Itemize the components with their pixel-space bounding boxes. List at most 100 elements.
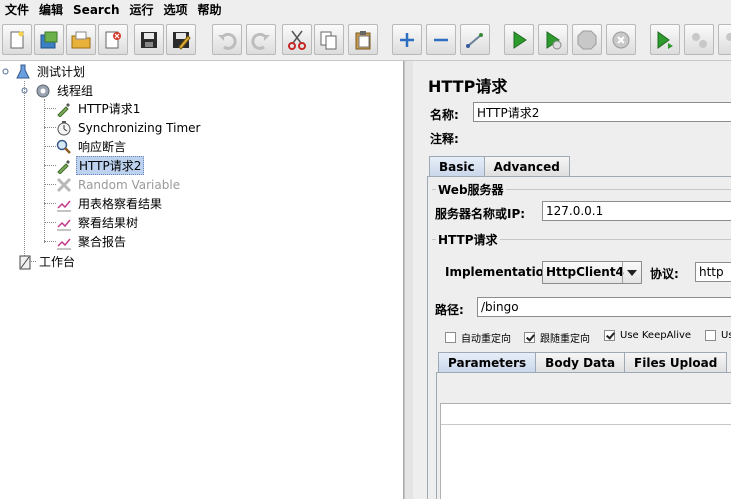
parameters-table[interactable] — [440, 403, 731, 499]
tree-node-workbench[interactable]: 工作台 — [16, 252, 77, 271]
tree-node-synchronizing-timer[interactable]: Synchronizing Timer — [55, 118, 202, 137]
protocol-input[interactable] — [695, 262, 731, 282]
tab-basic[interactable]: Basic — [429, 156, 485, 177]
pipette-icon — [55, 157, 73, 175]
paste-button[interactable] — [348, 24, 378, 55]
path-input[interactable] — [477, 297, 731, 317]
expand-handle-icon[interactable] — [21, 87, 28, 94]
tab-files-upload[interactable]: Files Upload — [624, 352, 728, 373]
server-input[interactable] — [542, 201, 731, 221]
implementation-dropdown[interactable]: HttpClient4 — [542, 261, 642, 284]
close-file-button[interactable] — [98, 24, 128, 55]
copy-icon — [320, 31, 337, 49]
collapse-button[interactable] — [426, 24, 456, 55]
chevron-down-icon — [622, 262, 641, 283]
remote-shutdown-icon — [726, 32, 731, 41]
stopwatch-icon — [55, 119, 73, 137]
toggle-icon — [466, 32, 483, 48]
protocol-label: 协议: — [650, 267, 679, 281]
copy-button[interactable] — [314, 24, 344, 55]
tab-body-data[interactable]: Body Data — [535, 352, 626, 373]
tree-node-response-assertion[interactable]: 响应断言 — [55, 137, 128, 156]
path-label: 路径: — [435, 303, 464, 317]
tree-node-test-plan[interactable]: 测试计划 — [14, 62, 87, 81]
new-icon — [10, 31, 24, 48]
start-no-pause-icon — [546, 30, 562, 49]
implementation-value: HttpClient4 — [546, 265, 624, 279]
implementation-label: Implementation: — [445, 265, 558, 279]
expand-handle-icon[interactable] — [2, 68, 9, 75]
paste-icon — [355, 30, 371, 49]
menu-help[interactable]: 帮助 — [193, 1, 227, 19]
start-no-pause-button[interactable] — [538, 24, 568, 55]
tree-node-view-results-tree[interactable]: 察看结果树 — [55, 213, 140, 232]
cut-icon — [288, 30, 306, 50]
tree-node-http-request-2[interactable]: HTTP请求2 — [55, 156, 145, 175]
graph-icon — [55, 195, 73, 213]
templates-icon — [40, 31, 58, 48]
tree-node-random-variable[interactable]: Random Variable — [55, 175, 182, 194]
menu-search[interactable]: Search — [68, 1, 124, 19]
gear-icon — [34, 82, 52, 100]
panel-title: HTTP请求 — [428, 77, 508, 96]
tree-node-view-results-table[interactable]: 用表格察看结果 — [55, 194, 164, 213]
name-input[interactable] — [473, 102, 731, 122]
pipette-icon — [55, 100, 73, 118]
parameters-tab-content — [436, 372, 731, 499]
graph-icon — [55, 214, 73, 232]
flask-icon — [14, 63, 32, 81]
save-as-icon — [173, 31, 191, 50]
start-icon — [513, 30, 527, 49]
menu-edit[interactable]: 编辑 — [34, 1, 68, 19]
menu-file[interactable]: 文件 — [0, 1, 34, 19]
comment-label: 注释: — [430, 132, 459, 146]
http-request-group-title: HTTP请求 — [436, 231, 500, 248]
cut-button[interactable] — [282, 24, 312, 55]
web-server-group-title: Web服务器 — [436, 181, 506, 198]
remote-stop-button[interactable] — [684, 24, 714, 55]
remote-stop-icon — [692, 32, 707, 48]
start-button[interactable] — [504, 24, 534, 55]
auto-redirect-checkbox[interactable]: 自动重定向 — [445, 330, 511, 345]
tree-node-thread-group[interactable]: 线程组 — [34, 81, 95, 100]
http-request-panel: HTTP请求 名称: 注释: Basic Advanced Web服务器 服务器… — [413, 61, 731, 499]
tab-advanced[interactable]: Advanced — [483, 156, 570, 177]
graph-icon — [55, 233, 73, 251]
basic-tab-content: Web服务器 服务器名称或IP: HTTP请求 Implementation: … — [427, 176, 731, 499]
new-button[interactable] — [2, 24, 32, 55]
keepalive-checkbox[interactable]: Use KeepAlive — [604, 330, 691, 341]
stop-button[interactable] — [572, 24, 602, 55]
follow-redirect-checkbox[interactable]: 跟随重定向 — [524, 330, 590, 345]
shutdown-button[interactable] — [606, 24, 636, 55]
cross-icon — [55, 176, 73, 194]
toggle-button[interactable] — [460, 24, 490, 55]
expand-button[interactable] — [392, 24, 422, 55]
tab-parameters[interactable]: Parameters — [438, 352, 537, 373]
tree-node-aggregate-report[interactable]: 聚合报告 — [55, 232, 128, 251]
save-as-button[interactable] — [166, 24, 196, 55]
checkbox-box — [705, 330, 716, 341]
shutdown-icon — [612, 31, 630, 48]
remote-start-button[interactable] — [650, 24, 680, 55]
save-button[interactable] — [134, 24, 164, 55]
clipboard-icon — [16, 253, 34, 271]
menu-run[interactable]: 运行 — [124, 1, 158, 19]
undo-button[interactable] — [212, 24, 242, 55]
tree-line — [24, 81, 25, 262]
open-icon — [71, 31, 91, 48]
comment-input[interactable] — [468, 127, 731, 147]
request-body-tabs: Parameters Body Data Files Upload — [438, 352, 728, 373]
split-pane-divider[interactable] — [404, 61, 413, 499]
remote-shutdown-button[interactable] — [718, 24, 731, 55]
server-label: 服务器名称或IP: — [435, 207, 526, 221]
tree-node-http-request-1[interactable]: HTTP请求1 — [55, 99, 142, 118]
checkbox-box — [524, 332, 535, 343]
templates-button[interactable] — [34, 24, 64, 55]
open-button[interactable] — [66, 24, 96, 55]
menu-options[interactable]: 选项 — [159, 1, 193, 19]
multipart-checkbox[interactable]: Us — [705, 330, 731, 341]
name-label: 名称: — [430, 108, 459, 122]
close-file-icon — [105, 31, 121, 48]
checkbox-box — [445, 332, 456, 343]
redo-button[interactable] — [246, 24, 276, 55]
